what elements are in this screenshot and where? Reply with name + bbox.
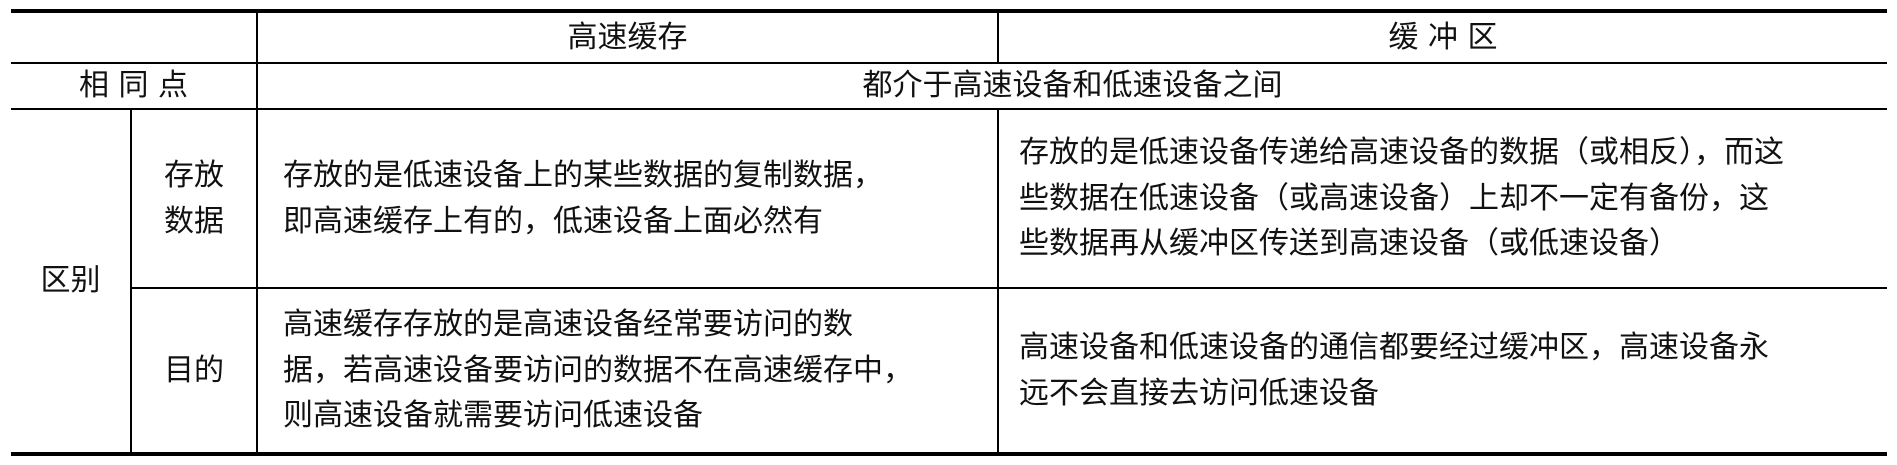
storage-cache-content-text: 存放的是低速设备上的某些数据的复制数据， 即高速缓存上有的，低速设备上面必然有 — [283, 157, 883, 239]
same-point-content: 都介于高速设备和低速设备之间 — [258, 64, 1887, 108]
header-cache-text: 高速缓存 — [567, 19, 688, 55]
purpose-buffer-content-text: 高速设备和低速设备的通信都要经过缓冲区，高速设备永 远不会直接去访问低速设备 — [1019, 329, 1769, 411]
purpose-cache-content-text: 高速缓存存放的是高速设备经常要访问的数 据，若高速设备要访问的数据不在高速缓存中… — [283, 307, 913, 434]
purpose-cache-content: 高速缓存存放的是高速设备经常要访问的数 据，若高速设备要访问的数据不在高速缓存中… — [283, 289, 983, 452]
column-divider-cache-buffer — [997, 110, 999, 452]
table-bottom-rule — [11, 452, 1887, 456]
header-buffer: 缓 冲 区 — [999, 13, 1887, 62]
storage-buffer-content: 存放的是低速设备传递给高速设备的数据（或相反），而这 些数据在低速设备（或高速设… — [1019, 110, 1877, 287]
storage-data-label: 存放 数据 — [132, 110, 256, 287]
same-point-label-text: 相 同 点 — [78, 68, 189, 104]
same-point-label: 相 同 点 — [11, 64, 256, 108]
purpose-label-text: 目的 — [164, 352, 224, 388]
difference-label-text: 区别 — [40, 263, 101, 299]
header-buffer-text: 缓 冲 区 — [1388, 19, 1498, 55]
purpose-buffer-content: 高速设备和低速设备的通信都要经过缓冲区，高速设备永 远不会直接去访问低速设备 — [1019, 289, 1877, 452]
storage-buffer-content-text: 存放的是低速设备传递给高速设备的数据（或相反），而这 些数据在低速设备（或高速设… — [1019, 135, 1784, 262]
purpose-label: 目的 — [132, 289, 256, 452]
storage-cache-content: 存放的是低速设备上的某些数据的复制数据， 即高速缓存上有的，低速设备上面必然有 — [283, 110, 983, 287]
comparison-table: 高速缓存 缓 冲 区 相 同 点 都介于高速设备和低速设备之间 区别 存放 数据… — [11, 9, 1887, 456]
header-cache: 高速缓存 — [258, 13, 997, 62]
difference-label: 区别 — [11, 110, 130, 452]
same-point-content-text: 都介于高速设备和低速设备之间 — [862, 68, 1283, 104]
storage-data-label-text: 存放 数据 — [164, 157, 224, 239]
